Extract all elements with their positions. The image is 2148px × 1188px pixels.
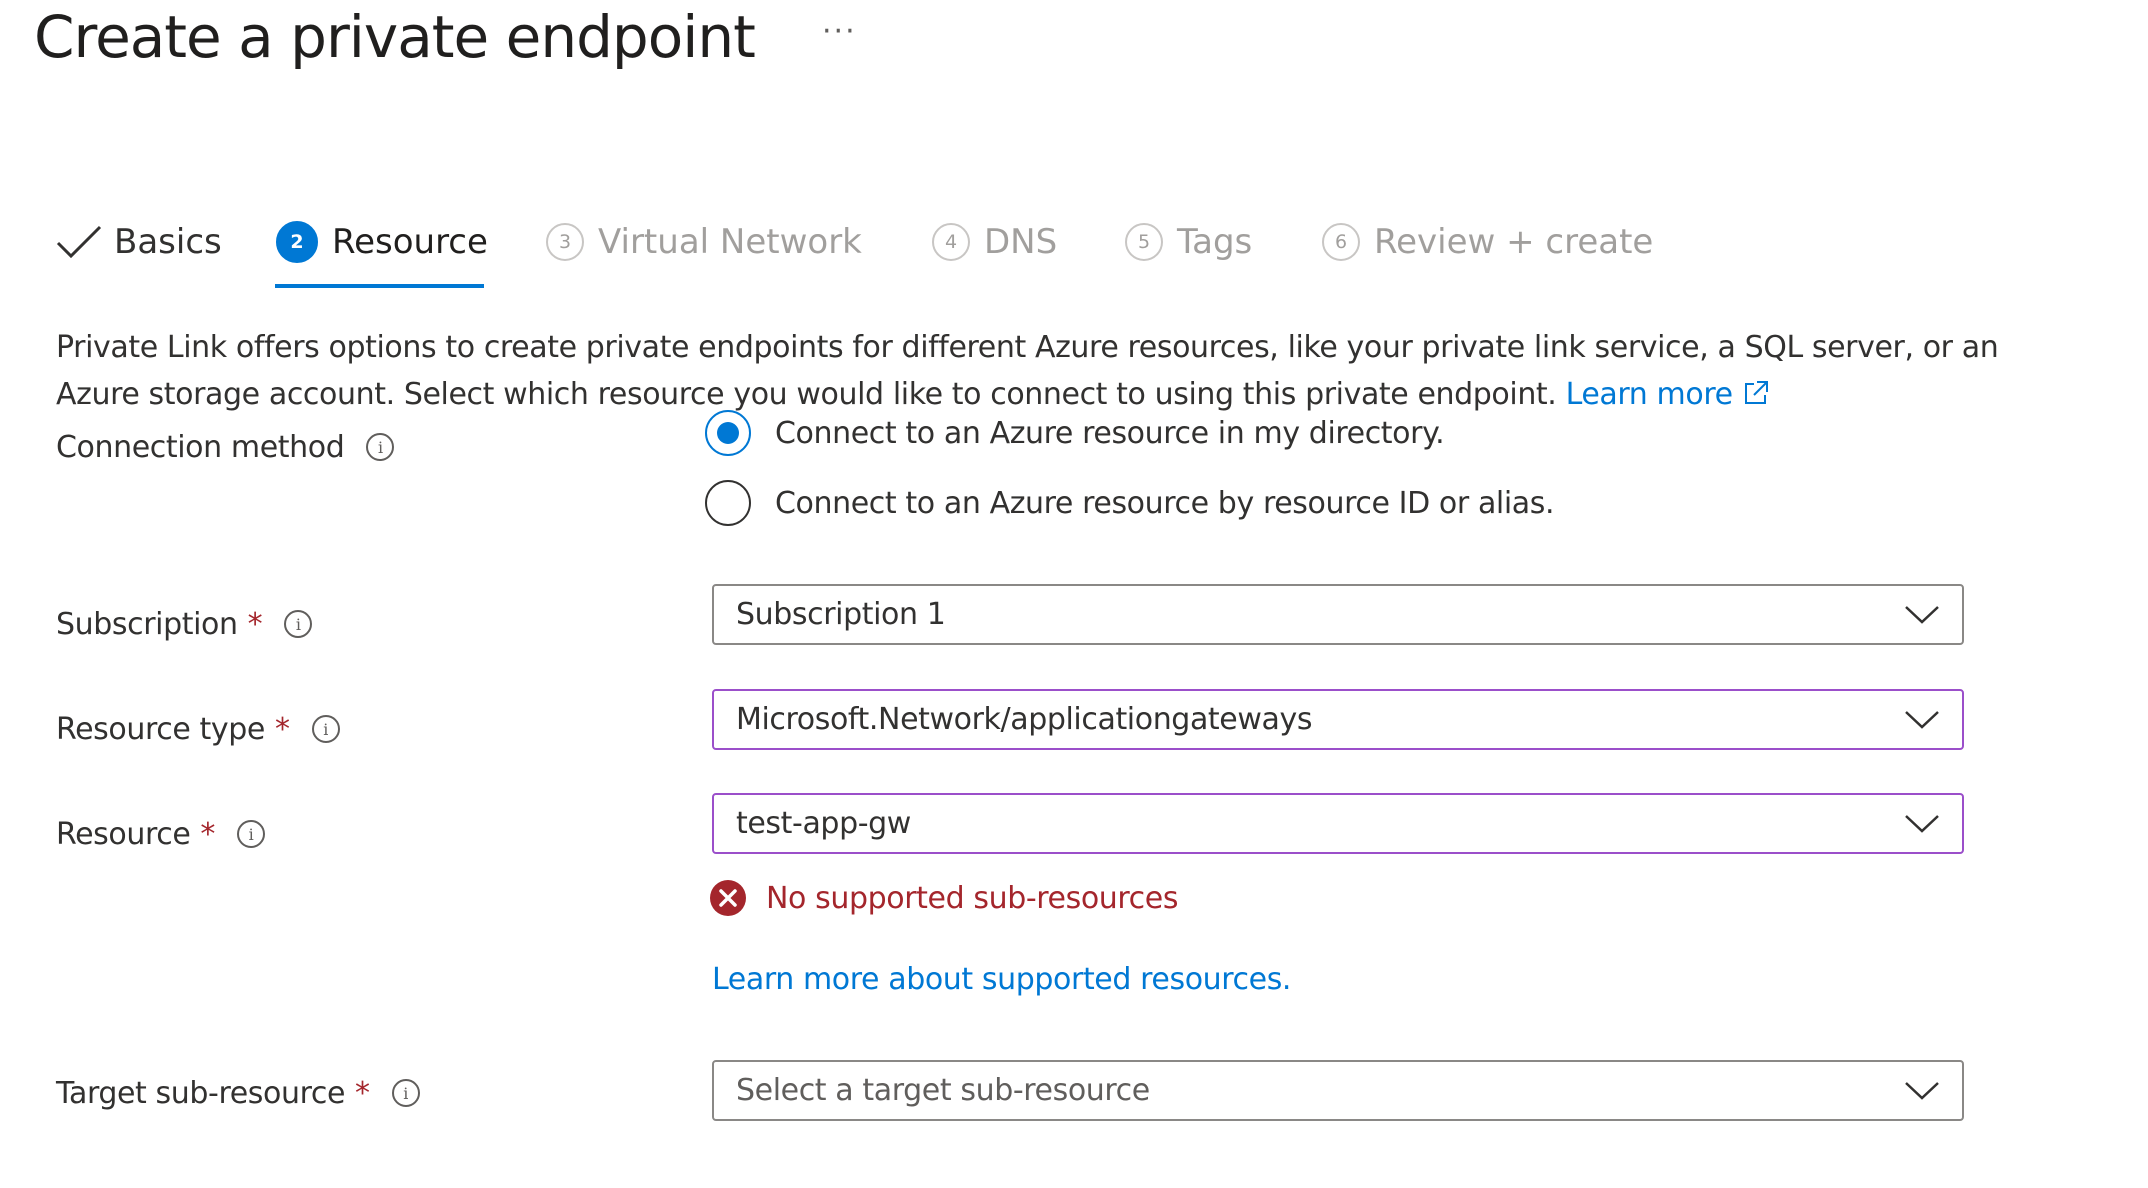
step-number-badge: 6 (1322, 223, 1360, 261)
active-tab-indicator (275, 284, 484, 288)
tab-dns[interactable]: 4 DNS (932, 220, 1057, 264)
connection-method-label: Connection method i (56, 427, 395, 467)
radio-option-resource-id[interactable]: Connect to an Azure resource by resource… (705, 479, 1555, 527)
subscription-dropdown[interactable]: Subscription 1 (712, 584, 1964, 645)
learn-more-supported-resources-link[interactable]: Learn more about supported resources. (712, 962, 1291, 997)
step-number-badge: 2 (276, 221, 318, 263)
tab-virtual-network[interactable]: 3 Virtual Network (546, 220, 862, 264)
info-icon[interactable]: i (366, 433, 395, 461)
required-asterisk: * (200, 816, 215, 852)
info-icon[interactable]: i (391, 1079, 420, 1107)
tab-review-create[interactable]: 6 Review + create (1322, 220, 1653, 264)
tab-resource[interactable]: 2 Resource (276, 220, 488, 264)
dropdown-placeholder: Select a target sub-resource (736, 1073, 1150, 1108)
step-number-badge: 3 (546, 223, 584, 261)
page-title: Create a private endpoint (34, 3, 756, 71)
resource-label: Resource * i (56, 814, 265, 854)
external-link-icon (1744, 381, 1768, 404)
step-number-badge: 4 (932, 223, 970, 261)
required-asterisk: * (247, 606, 263, 642)
resource-type-label: Resource type * i (56, 709, 340, 749)
target-sub-resource-dropdown[interactable]: Select a target sub-resource (712, 1060, 1964, 1121)
dropdown-value: Microsoft.Network/applicationgateways (736, 702, 1313, 737)
chevron-down-icon (1905, 814, 1939, 833)
chevron-down-icon (1905, 1081, 1939, 1100)
label-text: Resource type (56, 711, 265, 747)
tab-label: DNS (984, 222, 1058, 262)
tab-tags[interactable]: 5 Tags (1125, 220, 1252, 264)
learn-more-link[interactable]: Learn more (1566, 377, 1769, 412)
required-asterisk: * (355, 1075, 370, 1111)
radio-dot (717, 422, 739, 444)
radio-label: Connect to an Azure resource by resource… (775, 485, 1555, 521)
dropdown-value: test-app-gw (736, 806, 911, 841)
dropdown-value: Subscription 1 (736, 597, 946, 632)
resource-dropdown[interactable]: test-app-gw (712, 793, 1964, 854)
label-text: Subscription (56, 606, 238, 642)
tab-label: Resource (332, 222, 488, 262)
resource-error-message: No supported sub-resources (710, 878, 1178, 918)
chevron-down-icon (1905, 710, 1939, 729)
info-icon[interactable]: i (237, 820, 265, 848)
target-sub-resource-label: Target sub-resource * i (56, 1073, 420, 1113)
label-text: Target sub-resource (56, 1075, 346, 1111)
subscription-label: Subscription * i (56, 604, 313, 644)
info-icon[interactable]: i (284, 610, 313, 638)
step-number-badge: 5 (1125, 223, 1163, 261)
tab-label: Basics (114, 222, 222, 262)
label-text: Resource (56, 816, 191, 852)
tab-label: Tags (1177, 222, 1253, 262)
required-asterisk: * (274, 711, 290, 747)
tab-label: Review + create (1374, 222, 1654, 262)
label-text: Connection method (56, 429, 345, 465)
radio-option-my-directory[interactable]: Connect to an Azure resource in my direc… (705, 409, 1445, 457)
info-icon[interactable]: i (311, 715, 340, 743)
tab-basics[interactable]: Basics (56, 220, 222, 264)
chevron-down-icon (1905, 605, 1939, 624)
error-text: No supported sub-resources (766, 880, 1179, 916)
error-icon (710, 880, 746, 916)
tab-label: Virtual Network (598, 222, 862, 262)
description: Private Link offers options to create pr… (56, 324, 2006, 418)
resource-type-dropdown[interactable]: Microsoft.Network/applicationgateways (712, 689, 1964, 750)
checkmark-icon (56, 225, 102, 259)
radio-button[interactable] (705, 410, 751, 456)
more-options-button[interactable]: ··· (822, 14, 857, 49)
learn-more-label: Learn more (1565, 377, 1734, 412)
radio-button[interactable] (705, 480, 751, 526)
radio-label: Connect to an Azure resource in my direc… (775, 415, 1445, 451)
